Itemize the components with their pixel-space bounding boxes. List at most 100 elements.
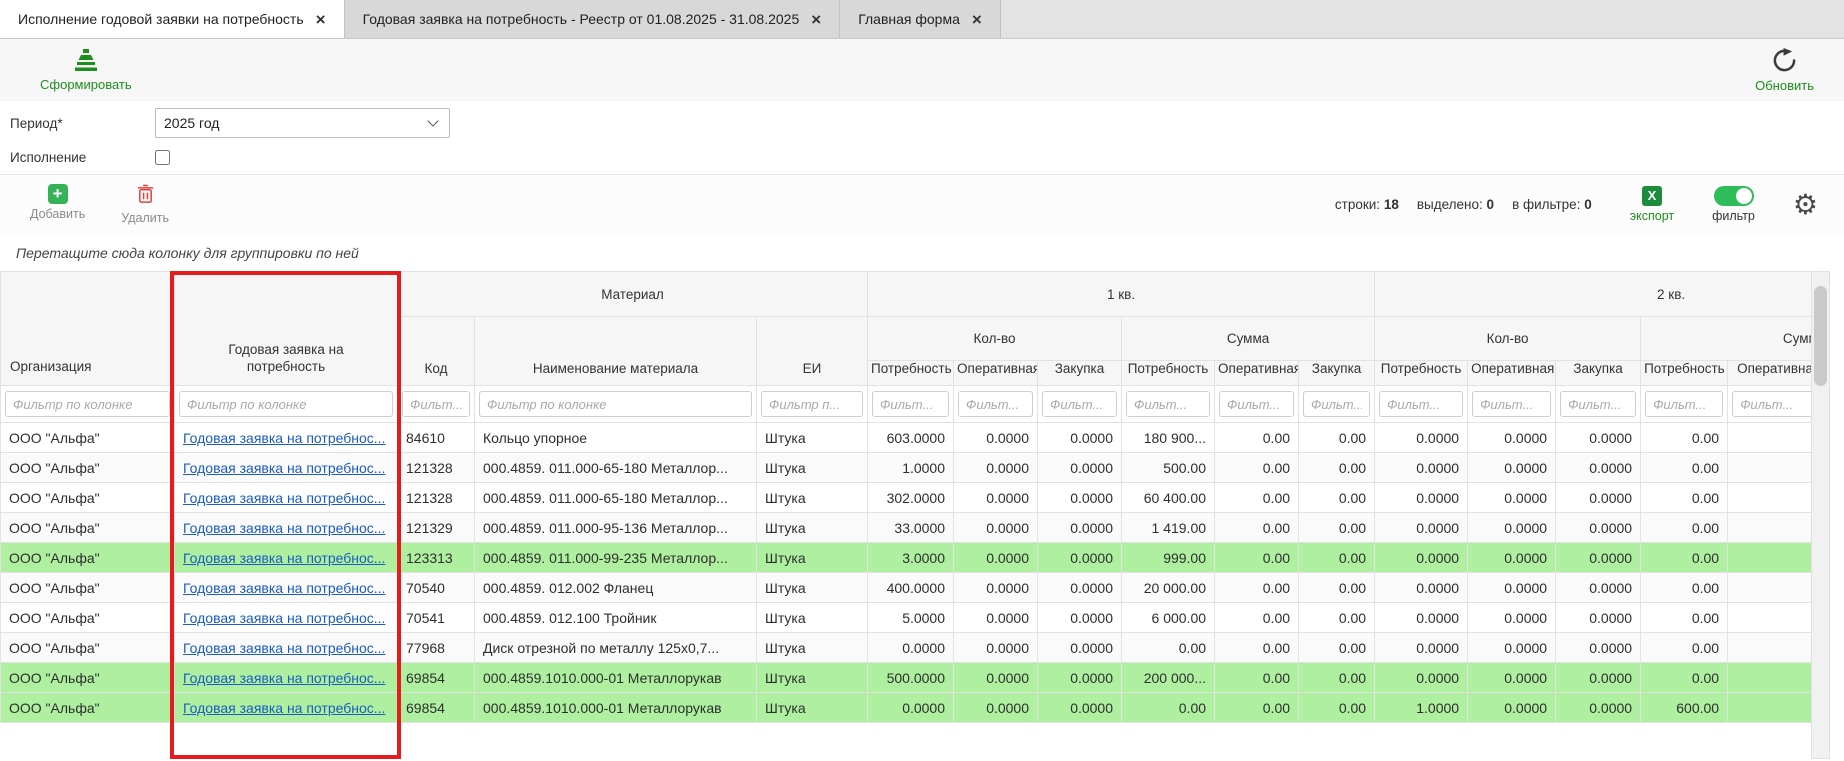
filter-cell (398, 386, 475, 423)
annual-request-link[interactable]: Годовая заявка на потребнос... (183, 430, 385, 446)
column-header[interactable]: Код (398, 317, 475, 386)
close-icon[interactable]: × (972, 11, 982, 28)
column-header[interactable]: Оперативная (954, 361, 1038, 386)
column-filter-input[interactable] (1379, 391, 1463, 417)
filter-cell (1556, 386, 1641, 423)
export-label: экспорт (1630, 209, 1674, 223)
annual-request-link[interactable]: Годовая заявка на потребнос... (183, 700, 385, 716)
cell: 1 419.00 (1122, 513, 1215, 543)
column-filter-input[interactable] (5, 391, 170, 417)
cell: 0.0000 (1375, 663, 1468, 693)
annual-request-link[interactable]: Годовая заявка на потребнос... (183, 520, 385, 536)
column-header[interactable]: Потребность (1375, 361, 1468, 386)
execution-checkbox[interactable] (155, 150, 170, 165)
refresh-button[interactable]: Обновить (1755, 48, 1814, 93)
cell: 000.4859. 011.000-65-180 Металлор... (475, 483, 757, 513)
table-row[interactable]: ООО "Альфа"Годовая заявка на потребнос..… (1, 543, 1844, 573)
cell: ООО "Альфа" (1, 423, 175, 453)
column-filter-input[interactable] (1042, 391, 1117, 417)
column-header[interactable]: Закупка (1299, 361, 1375, 386)
cell: 0.0000 (1468, 513, 1556, 543)
column-header[interactable]: Оперативная (1215, 361, 1299, 386)
delete-button[interactable]: Удалить (121, 184, 169, 225)
table-row[interactable]: ООО "Альфа" Годовая заявка на потребнос..… (1, 423, 1844, 453)
column-filter-input[interactable] (402, 391, 470, 417)
table-row[interactable]: ООО "Альфа"Годовая заявка на потребнос..… (1, 513, 1844, 543)
vertical-scrollbar[interactable] (1811, 271, 1830, 759)
filter-toggle-button[interactable]: фильтр (1712, 186, 1755, 223)
column-filter-input[interactable] (179, 391, 393, 417)
table-row[interactable]: ООО "Альфа"Годовая заявка на потребнос..… (1, 603, 1844, 633)
table-row[interactable]: ООО "Альфа" Годовая заявка на потребнос..… (1, 483, 1844, 513)
cell: 0.00 (1215, 543, 1299, 573)
cell: 0.0000 (1038, 633, 1122, 663)
column-filter-input[interactable] (1645, 391, 1723, 417)
gear-icon[interactable]: ⚙ (1793, 191, 1818, 219)
column-filter-input[interactable] (1472, 391, 1551, 417)
cell: ООО "Альфа" (1, 483, 175, 513)
tab-registry[interactable]: Годовая заявка на потребность - Реестр о… (345, 0, 841, 38)
table-row[interactable]: ООО "Альфа"Годовая заявка на потребнос..… (1, 573, 1844, 603)
column-header[interactable]: Потребность (1641, 361, 1728, 386)
table-row[interactable]: ООО "Альфа"Годовая заявка на потребнос..… (1, 663, 1844, 693)
column-filter-input[interactable] (958, 391, 1033, 417)
add-button[interactable]: + Добавить (30, 184, 85, 225)
cell: 0.0000 (954, 603, 1038, 633)
annual-request-cell: Годовая заявка на потребнос... (175, 663, 398, 693)
scrollbar-thumb[interactable] (1814, 286, 1827, 386)
column-filter-input[interactable] (1560, 391, 1636, 417)
filter-cell (868, 386, 954, 423)
cell: 0.0000 (1468, 453, 1556, 483)
column-header[interactable]: Закупка (1038, 361, 1122, 386)
column-filter-input[interactable] (479, 391, 752, 417)
close-icon[interactable]: × (316, 11, 326, 28)
export-button[interactable]: X экспорт (1630, 186, 1674, 223)
cell: 0.0000 (1375, 423, 1468, 453)
column-filter-input[interactable] (1303, 391, 1370, 417)
table-row[interactable]: ООО "Альфа"Годовая заявка на потребнос..… (1, 453, 1844, 483)
cell: 0.0000 (954, 693, 1038, 723)
tab-bar: Исполнение годовой заявки на потребность… (0, 0, 1844, 39)
cell: 0.00 (1299, 483, 1375, 513)
annual-request-link[interactable]: Годовая заявка на потребнос... (183, 490, 385, 506)
annual-request-link[interactable]: Годовая заявка на потребнос... (183, 580, 385, 596)
column-header[interactable]: Организация (1, 272, 175, 386)
column-filter-input[interactable] (1126, 391, 1210, 417)
annual-request-link[interactable]: Годовая заявка на потребнос... (183, 640, 385, 656)
selected-count: выделено: 0 (1417, 197, 1494, 212)
cell: 121329 (398, 513, 475, 543)
column-header[interactable]: Потребность (1122, 361, 1215, 386)
column-filter-input[interactable] (872, 391, 949, 417)
cell: 5.0000 (868, 603, 954, 633)
close-icon[interactable]: × (811, 11, 821, 28)
column-header[interactable]: Наименование материала (475, 317, 757, 386)
column-header[interactable]: Оперативная (1468, 361, 1556, 386)
period-label: Период* (0, 116, 155, 131)
column-header[interactable]: Закупка (1556, 361, 1641, 386)
column-header[interactable]: Потребность (868, 361, 954, 386)
annual-request-link[interactable]: Годовая заявка на потребнос... (183, 460, 385, 476)
filter-toggle-icon[interactable] (1714, 186, 1754, 206)
table-row[interactable]: ООО "Альфа"Годовая заявка на потребнос..… (1, 693, 1844, 723)
cell: 0.0000 (1468, 423, 1556, 453)
tab-execution[interactable]: Исполнение годовой заявки на потребность… (0, 0, 345, 38)
tab-main-form[interactable]: Главная форма × (840, 0, 1001, 38)
table-row[interactable]: ООО "Альфа"Годовая заявка на потребнос..… (1, 633, 1844, 663)
period-select[interactable]: 2025 год (155, 108, 450, 138)
annual-request-link[interactable]: Годовая заявка на потребнос... (183, 610, 385, 626)
annual-request-link[interactable]: Годовая заявка на потребнос... (183, 670, 385, 686)
cell: 0.0000 (1038, 513, 1122, 543)
generate-button[interactable]: Сформировать (40, 49, 132, 92)
annual-request-link[interactable]: Годовая заявка на потребнос... (183, 550, 385, 566)
cell: 0.00 (1641, 423, 1728, 453)
column-filter-input[interactable] (761, 391, 863, 417)
column-header[interactable]: ЕИ (757, 317, 868, 386)
column-header[interactable]: Годовая заявка на потребность (175, 272, 398, 386)
column-filter-input[interactable] (1219, 391, 1294, 417)
cell: 20 000.00 (1122, 573, 1215, 603)
cell: 0.0000 (1468, 603, 1556, 633)
cell: 0.0000 (1556, 693, 1641, 723)
period-select-wrap: 2025 год (155, 108, 450, 138)
cell: 60 400.00 (1122, 483, 1215, 513)
cell: 0.0000 (1468, 663, 1556, 693)
